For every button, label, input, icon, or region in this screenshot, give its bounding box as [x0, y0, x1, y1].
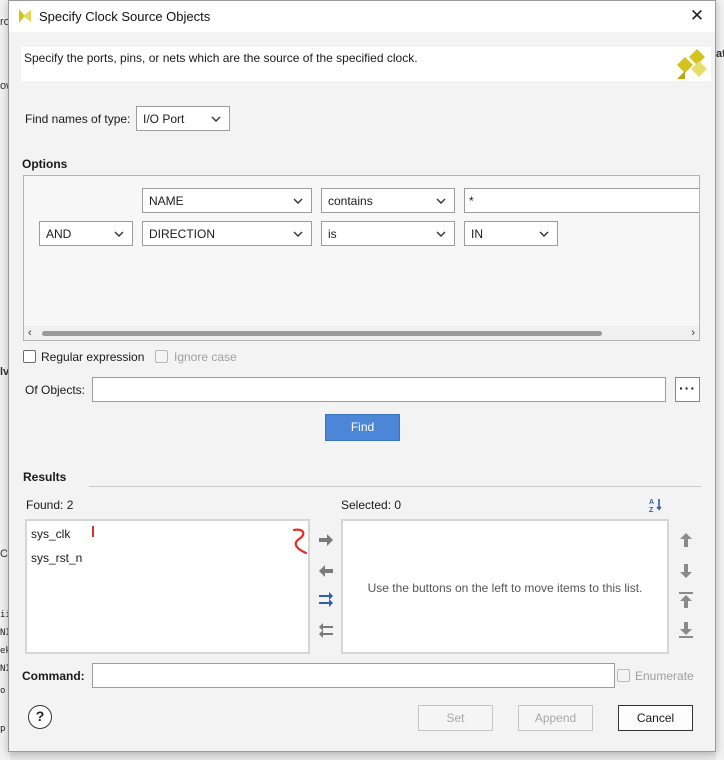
- ignore-case-label: Ignore case: [174, 350, 237, 364]
- dialog-title: Specify Clock Source Objects: [39, 9, 211, 24]
- row1-value-input[interactable]: *: [464, 188, 699, 213]
- enumerate-label: Enumerate: [635, 669, 694, 683]
- move-up-icon[interactable]: [677, 531, 695, 549]
- close-icon[interactable]: ✕: [687, 6, 707, 26]
- find-button[interactable]: Find: [325, 414, 400, 441]
- background-window-right: [716, 0, 724, 760]
- results-heading: Results: [23, 470, 67, 484]
- command-label: Command:: [22, 669, 85, 683]
- row2-value-dropdown[interactable]: IN: [464, 221, 558, 246]
- svg-text:Z: Z: [649, 507, 654, 514]
- chevron-down-icon: [211, 116, 221, 122]
- row2-field-value: DIRECTION: [149, 227, 215, 241]
- row1-field-value: NAME: [149, 194, 184, 208]
- regular-expression-checkbox[interactable]: [23, 350, 36, 363]
- enumerate-checkbox[interactable]: [617, 669, 630, 682]
- scroll-left-icon[interactable]: ‹: [28, 326, 32, 340]
- of-objects-input[interactable]: [92, 377, 666, 402]
- row2-value-value: IN: [471, 227, 483, 241]
- row2-field-dropdown[interactable]: DIRECTION: [142, 221, 312, 246]
- found-list[interactable]: sys_clk sys_rst_n: [25, 519, 310, 654]
- background-fragment: ate: [716, 48, 724, 60]
- move-left-icon[interactable]: [317, 562, 335, 580]
- background-fragment: p: [0, 724, 6, 734]
- scroll-right-icon[interactable]: ›: [691, 326, 695, 340]
- row2-conjunction-value: AND: [46, 227, 72, 241]
- background-fragment: o: [0, 686, 6, 696]
- options-panel: NAME contains * AND DIRECTION is IN ‹ ›: [23, 175, 700, 341]
- vivado-logo-icon: [19, 9, 31, 23]
- row1-operator-dropdown[interactable]: contains: [321, 188, 455, 213]
- chevron-down-icon: [293, 231, 303, 237]
- selected-list[interactable]: Use the buttons on the left to move item…: [341, 519, 669, 654]
- find-type-dropdown[interactable]: I/O Port: [136, 106, 230, 131]
- specify-clock-source-dialog: Specify Clock Source Objects ✕ Specify t…: [8, 0, 716, 752]
- options-horizontal-scrollbar[interactable]: ‹ ›: [24, 326, 699, 340]
- find-type-label: Find names of type:: [25, 112, 131, 126]
- regular-expression-label: Regular expression: [41, 350, 145, 364]
- row2-operator-dropdown[interactable]: is: [321, 221, 455, 246]
- scrollbar-thumb[interactable]: [42, 331, 602, 336]
- chevron-down-icon: [293, 198, 303, 204]
- chevron-down-icon: [436, 198, 446, 204]
- options-heading: Options: [22, 157, 68, 171]
- chevron-down-icon: [436, 231, 446, 237]
- cancel-button[interactable]: Cancel: [618, 705, 693, 731]
- find-type-value: I/O Port: [143, 112, 185, 126]
- chevron-down-icon: [114, 231, 124, 237]
- of-objects-label: Of Objects:: [25, 383, 86, 397]
- svg-text:A: A: [649, 499, 654, 506]
- selected-list-placeholder: Use the buttons on the left to move item…: [367, 581, 643, 595]
- ignore-case-checkbox[interactable]: [155, 350, 168, 363]
- append-button[interactable]: Append: [518, 705, 593, 731]
- title-bar: Specify Clock Source Objects ✕: [9, 1, 715, 32]
- description-band: Specify the ports, pins, or nets which a…: [21, 47, 711, 81]
- command-input[interactable]: [92, 663, 615, 688]
- list-item[interactable]: sys_clk: [31, 527, 70, 541]
- results-divider: [89, 486, 701, 487]
- move-all-right-icon[interactable]: [317, 590, 335, 608]
- help-button[interactable]: ?: [28, 705, 52, 729]
- sort-alpha-icon[interactable]: A Z: [648, 496, 666, 514]
- row2-conjunction-dropdown[interactable]: AND: [39, 221, 133, 246]
- selected-count-label: Selected: 0: [341, 498, 402, 512]
- set-button[interactable]: Set: [418, 705, 493, 731]
- row1-operator-value: contains: [328, 194, 373, 208]
- row2-operator-value: is: [328, 227, 337, 241]
- move-down-icon[interactable]: [677, 562, 695, 580]
- annotation-mark: [92, 526, 94, 537]
- move-all-left-icon[interactable]: [317, 621, 335, 639]
- annotation-squiggle: [292, 528, 308, 555]
- dialog-description: Specify the ports, pins, or nets which a…: [24, 51, 418, 65]
- move-to-bottom-icon[interactable]: [677, 621, 695, 639]
- move-right-icon[interactable]: [317, 531, 335, 549]
- chevron-down-icon: [539, 231, 549, 237]
- move-to-top-icon[interactable]: [677, 591, 695, 609]
- row1-field-dropdown[interactable]: NAME: [142, 188, 312, 213]
- vivado-brand-icon: [677, 49, 707, 79]
- found-count-label: Found: 2: [26, 498, 74, 512]
- browse-objects-button[interactable]: ···: [675, 377, 700, 402]
- list-item[interactable]: sys_rst_n: [31, 551, 82, 565]
